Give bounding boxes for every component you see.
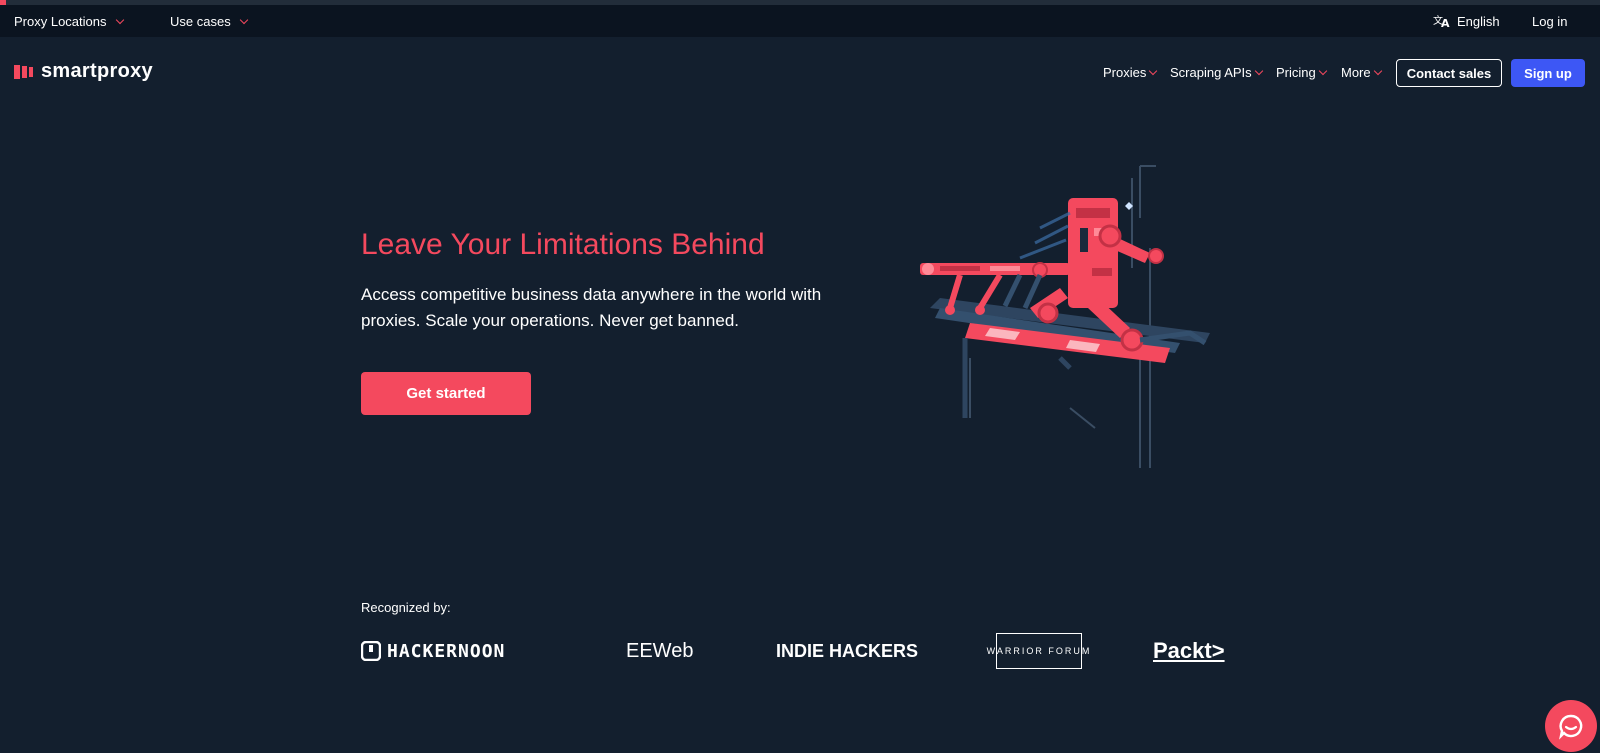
indie-hackers-text: INDIE HACKERS (776, 640, 919, 661)
main-nav: smartproxy Proxies Scraping APIs Pricing… (0, 37, 1600, 107)
hackernoon-text: HACKERNOON (387, 640, 506, 662)
chevron-down-icon (1318, 66, 1327, 75)
svg-text:A: A (1441, 17, 1450, 28)
chevron-down-icon (239, 15, 248, 24)
login-label: Log in (1532, 13, 1568, 29)
robot-hurdle-illustration (920, 165, 1210, 468)
logo-mark-icon (14, 64, 33, 79)
chevron-down-icon (1254, 66, 1263, 75)
chat-launcher-button[interactable] (1545, 700, 1597, 752)
hackernoon-mark-icon (361, 641, 381, 661)
eeweb-logo: EEWeb (626, 633, 693, 669)
chat-icon (1559, 714, 1583, 740)
nav-more-label: More (1341, 64, 1371, 80)
indie-hackers-logo: INDIE HACKERS (776, 633, 918, 669)
language-selector[interactable]: 文 A English (1433, 5, 1500, 37)
contact-sales-button[interactable]: Contact sales (1396, 59, 1502, 87)
translate-icon: 文 A (1433, 14, 1450, 28)
packt-logo: Packt> (1153, 633, 1225, 669)
brand-name: smartproxy (41, 60, 153, 82)
nav-pricing-label: Pricing (1276, 64, 1316, 80)
nav-pricing[interactable]: Pricing (1276, 62, 1327, 82)
chevron-down-icon (1149, 66, 1158, 75)
hero-subtitle: Access competitive business data anywher… (361, 285, 822, 330)
login-link[interactable]: Log in (1532, 5, 1567, 37)
warrior-forum-text: WARRIOR FORUM (986, 646, 1092, 656)
hackernoon-logo: HACKERNOON (361, 633, 505, 669)
nav-proxies[interactable]: Proxies (1103, 62, 1158, 82)
proxy-locations-menu[interactable]: Proxy Locations (14, 5, 124, 37)
warrior-forum-logo: WARRIOR FORUM (987, 633, 1089, 669)
hero-title: Leave Your Limitations Behind (361, 228, 765, 261)
get-started-button[interactable]: Get started (361, 372, 531, 415)
eeweb-text: EEWeb (626, 639, 694, 662)
language-label: English (1457, 13, 1500, 29)
sign-up-button[interactable]: Sign up (1511, 59, 1585, 87)
nav-more[interactable]: More (1341, 62, 1382, 82)
brand-logo[interactable]: smartproxy (14, 60, 153, 83)
nav-proxies-label: Proxies (1103, 64, 1147, 80)
packt-text: Packt> (1153, 638, 1225, 663)
chevron-down-icon (1373, 66, 1382, 75)
proxy-locations-label: Proxy Locations (14, 13, 107, 29)
recognized-by-label: Recognized by: (361, 600, 451, 615)
use-cases-menu[interactable]: Use cases (170, 5, 248, 37)
top-utility-bar: Proxy Locations Use cases 文 A English Lo… (0, 5, 1600, 37)
nav-scraping-apis-label: Scraping APIs (1170, 64, 1252, 80)
nav-scraping-apis[interactable]: Scraping APIs (1170, 62, 1263, 82)
chevron-down-icon (115, 15, 124, 24)
use-cases-label: Use cases (170, 13, 231, 29)
